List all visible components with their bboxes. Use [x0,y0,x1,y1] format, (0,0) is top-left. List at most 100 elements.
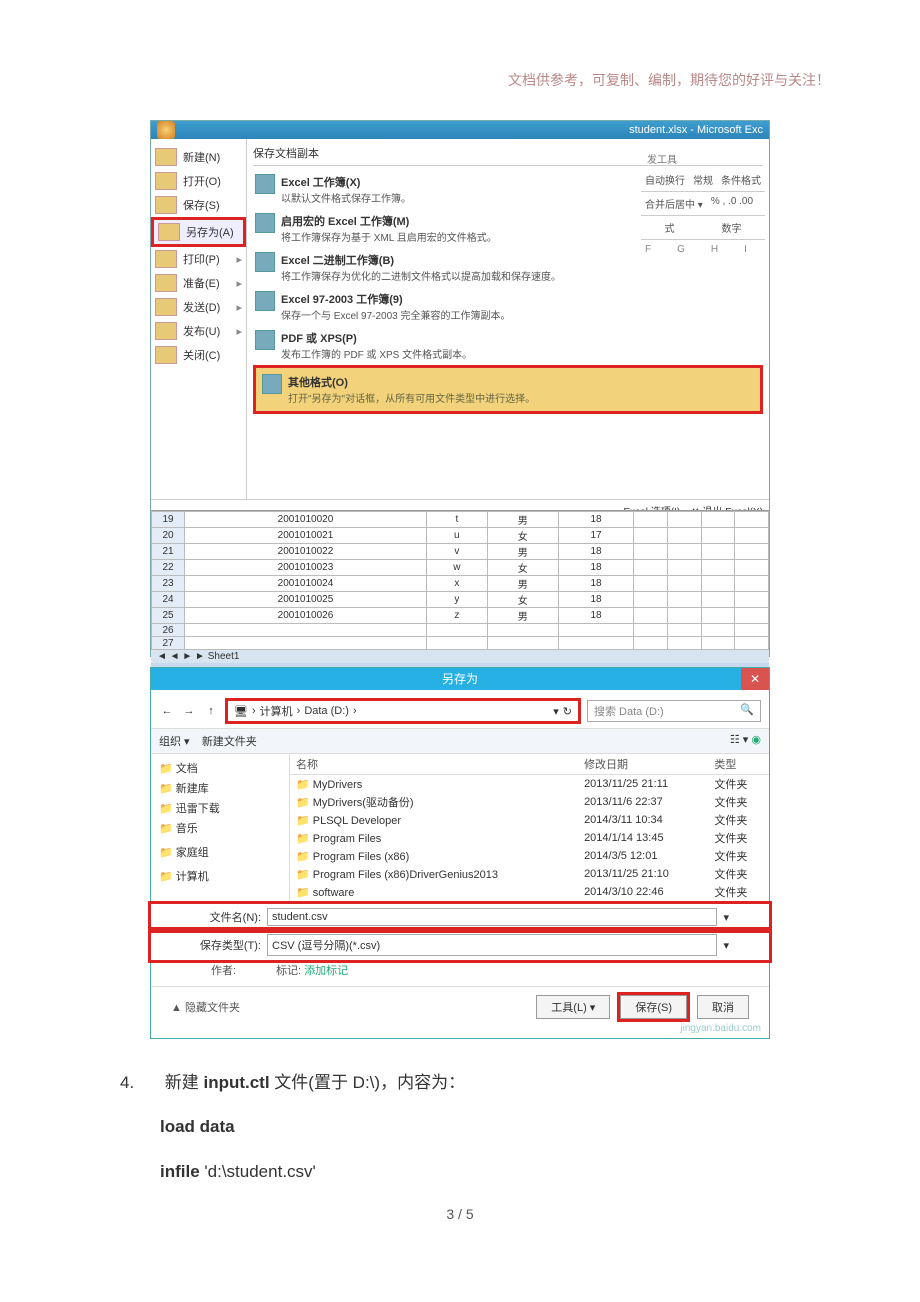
cell[interactable]: 2001010023 [185,560,427,576]
cell[interactable]: y [426,592,487,608]
nav-item[interactable]: 📁 计算机 [155,866,285,886]
cell[interactable] [426,624,487,637]
office-menu-item[interactable]: 准备(E)▸ [151,271,246,295]
nav-item[interactable]: 📁 迅雷下载 [155,798,285,818]
office-menu-item[interactable]: 打开(O) [151,169,246,193]
forward-button[interactable]: → [181,705,197,717]
cell[interactable]: 20 [152,528,185,544]
column-header[interactable]: 修改日期 [578,754,708,775]
save-button[interactable]: 保存(S) [620,995,687,1019]
cancel-button[interactable]: 取消 [697,995,749,1019]
new-folder-button[interactable]: 新建文件夹 [202,736,257,748]
cell[interactable]: 22 [152,560,185,576]
organize-button[interactable]: 组织 ▾ [159,736,190,748]
cell[interactable]: w [426,560,487,576]
hide-folders-toggle[interactable]: ▲ 隐藏文件夹 [171,999,240,1015]
cell[interactable]: 18 [558,592,633,608]
cell[interactable]: 2001010025 [185,592,427,608]
cell[interactable] [185,637,427,650]
cell[interactable]: 男 [487,608,558,624]
nav-item[interactable]: 📁 家庭组 [155,842,285,862]
save-format-option[interactable]: Excel 97-2003 工作簿(9)保存一个与 Excel 97-2003 … [253,287,763,326]
cell[interactable]: 2001010020 [185,512,427,528]
cell[interactable] [558,624,633,637]
office-menu-item[interactable]: 保存(S) [151,193,246,217]
nav-item[interactable]: 📁 音乐 [155,818,285,838]
office-orb-icon[interactable] [157,121,175,139]
nav-item[interactable]: 📁 新建库 [155,778,285,798]
cell[interactable]: 18 [558,608,633,624]
cell[interactable]: 女 [487,560,558,576]
worksheet-grid[interactable]: 192001010020t男18202001010021u女1721200101… [151,511,769,650]
cell[interactable]: 2001010021 [185,528,427,544]
cell[interactable]: 21 [152,544,185,560]
up-button[interactable]: ↑ [203,705,219,717]
excel-window: student.xlsx - Microsoft Exc 发工具 自动换行 常规… [150,120,770,657]
cell[interactable]: 18 [558,544,633,560]
cell[interactable]: 2001010026 [185,608,427,624]
address-bar[interactable]: 🖥 ›计算机 ›Data (D:)› ▾↻ [225,698,581,724]
search-input[interactable]: 搜索 Data (D:) 🔍 [587,700,761,722]
cell[interactable]: t [426,512,487,528]
file-row[interactable]: 📁 PLSQL Developer2014/3/11 10:34文件夹 [290,811,769,829]
help-icon[interactable]: ◉ [751,734,761,746]
file-row[interactable]: 📁 Program Files2014/1/14 13:45文件夹 [290,829,769,847]
cell[interactable]: 女 [487,592,558,608]
cell[interactable]: 25 [152,608,185,624]
save-format-option[interactable]: PDF 或 XPS(P)发布工作簿的 PDF 或 XPS 文件格式副本。 [253,326,763,365]
sheet-tab[interactable]: Sheet1 [208,651,240,662]
cell[interactable]: 24 [152,592,185,608]
back-button[interactable]: ← [159,705,175,717]
cell[interactable]: 18 [558,560,633,576]
cell[interactable] [487,637,558,650]
cell[interactable]: 男 [487,544,558,560]
file-row[interactable]: 📁 MyDrivers(驱动备份)2013/11/6 22:37文件夹 [290,793,769,811]
cell[interactable]: 2001010024 [185,576,427,592]
cell[interactable]: u [426,528,487,544]
cell[interactable] [185,624,427,637]
auto-wrap-button[interactable]: 自动换行 [645,172,685,187]
office-menu-item[interactable]: 发布(U)▸ [151,319,246,343]
file-row[interactable]: 📁 Program Files (x86)DriverGenius2013201… [290,865,769,883]
merge-center-button[interactable]: 合并后居中 ▾ [645,196,703,211]
cell[interactable]: 18 [558,512,633,528]
tools-button[interactable]: 工具(L) ▾ [536,995,610,1019]
step-number: 4. [120,1067,160,1099]
cell[interactable]: 男 [487,576,558,592]
cell[interactable]: 19 [152,512,185,528]
office-menu-item[interactable]: 发送(D)▸ [151,295,246,319]
column-header[interactable]: 名称 [290,754,578,775]
filename-input[interactable]: student.csv [267,908,717,926]
file-row[interactable]: 📁 MyDrivers2013/11/25 21:11文件夹 [290,775,769,794]
cell[interactable]: 18 [558,576,633,592]
column-header[interactable]: 类型 [708,754,769,775]
cell[interactable]: 26 [152,624,185,637]
cell[interactable]: z [426,608,487,624]
cell[interactable] [487,624,558,637]
cell[interactable]: v [426,544,487,560]
cell[interactable] [558,637,633,650]
file-row[interactable]: 📁 Program Files (x86)2014/3/5 12:01文件夹 [290,847,769,865]
cell[interactable]: 23 [152,576,185,592]
cell[interactable] [426,637,487,650]
cond-format-button[interactable]: 条件格式 [721,172,761,187]
cell[interactable]: x [426,576,487,592]
office-menu-item[interactable]: 关闭(C) [151,343,246,367]
cell[interactable]: 男 [487,512,558,528]
save-format-option[interactable]: 其他格式(O)打开"另存为"对话框，从所有可用文件类型中进行选择。 [253,365,763,414]
file-row[interactable]: 📁 software2014/3/10 22:46文件夹 [290,883,769,901]
general-dropdown[interactable]: 常规 [693,172,713,187]
cell[interactable]: 2001010022 [185,544,427,560]
view-button[interactable]: ☷ ▾ [730,734,748,746]
office-menu-item[interactable]: 另存为(A) [151,217,246,247]
office-menu-item[interactable]: 打印(P)▸ [151,247,246,271]
cell[interactable]: 27 [152,637,185,650]
file-list[interactable]: 名称修改日期类型📁 MyDrivers2013/11/25 21:11文件夹📁 … [290,754,769,904]
cell[interactable]: 17 [558,528,633,544]
menu-icon [155,172,177,190]
nav-item[interactable]: 📁 文档 [155,758,285,778]
filetype-select[interactable]: CSV (逗号分隔)(*.csv) [267,934,717,956]
cell[interactable]: 女 [487,528,558,544]
close-icon[interactable]: ✕ [741,668,769,690]
office-menu-item[interactable]: 新建(N) [151,145,246,169]
